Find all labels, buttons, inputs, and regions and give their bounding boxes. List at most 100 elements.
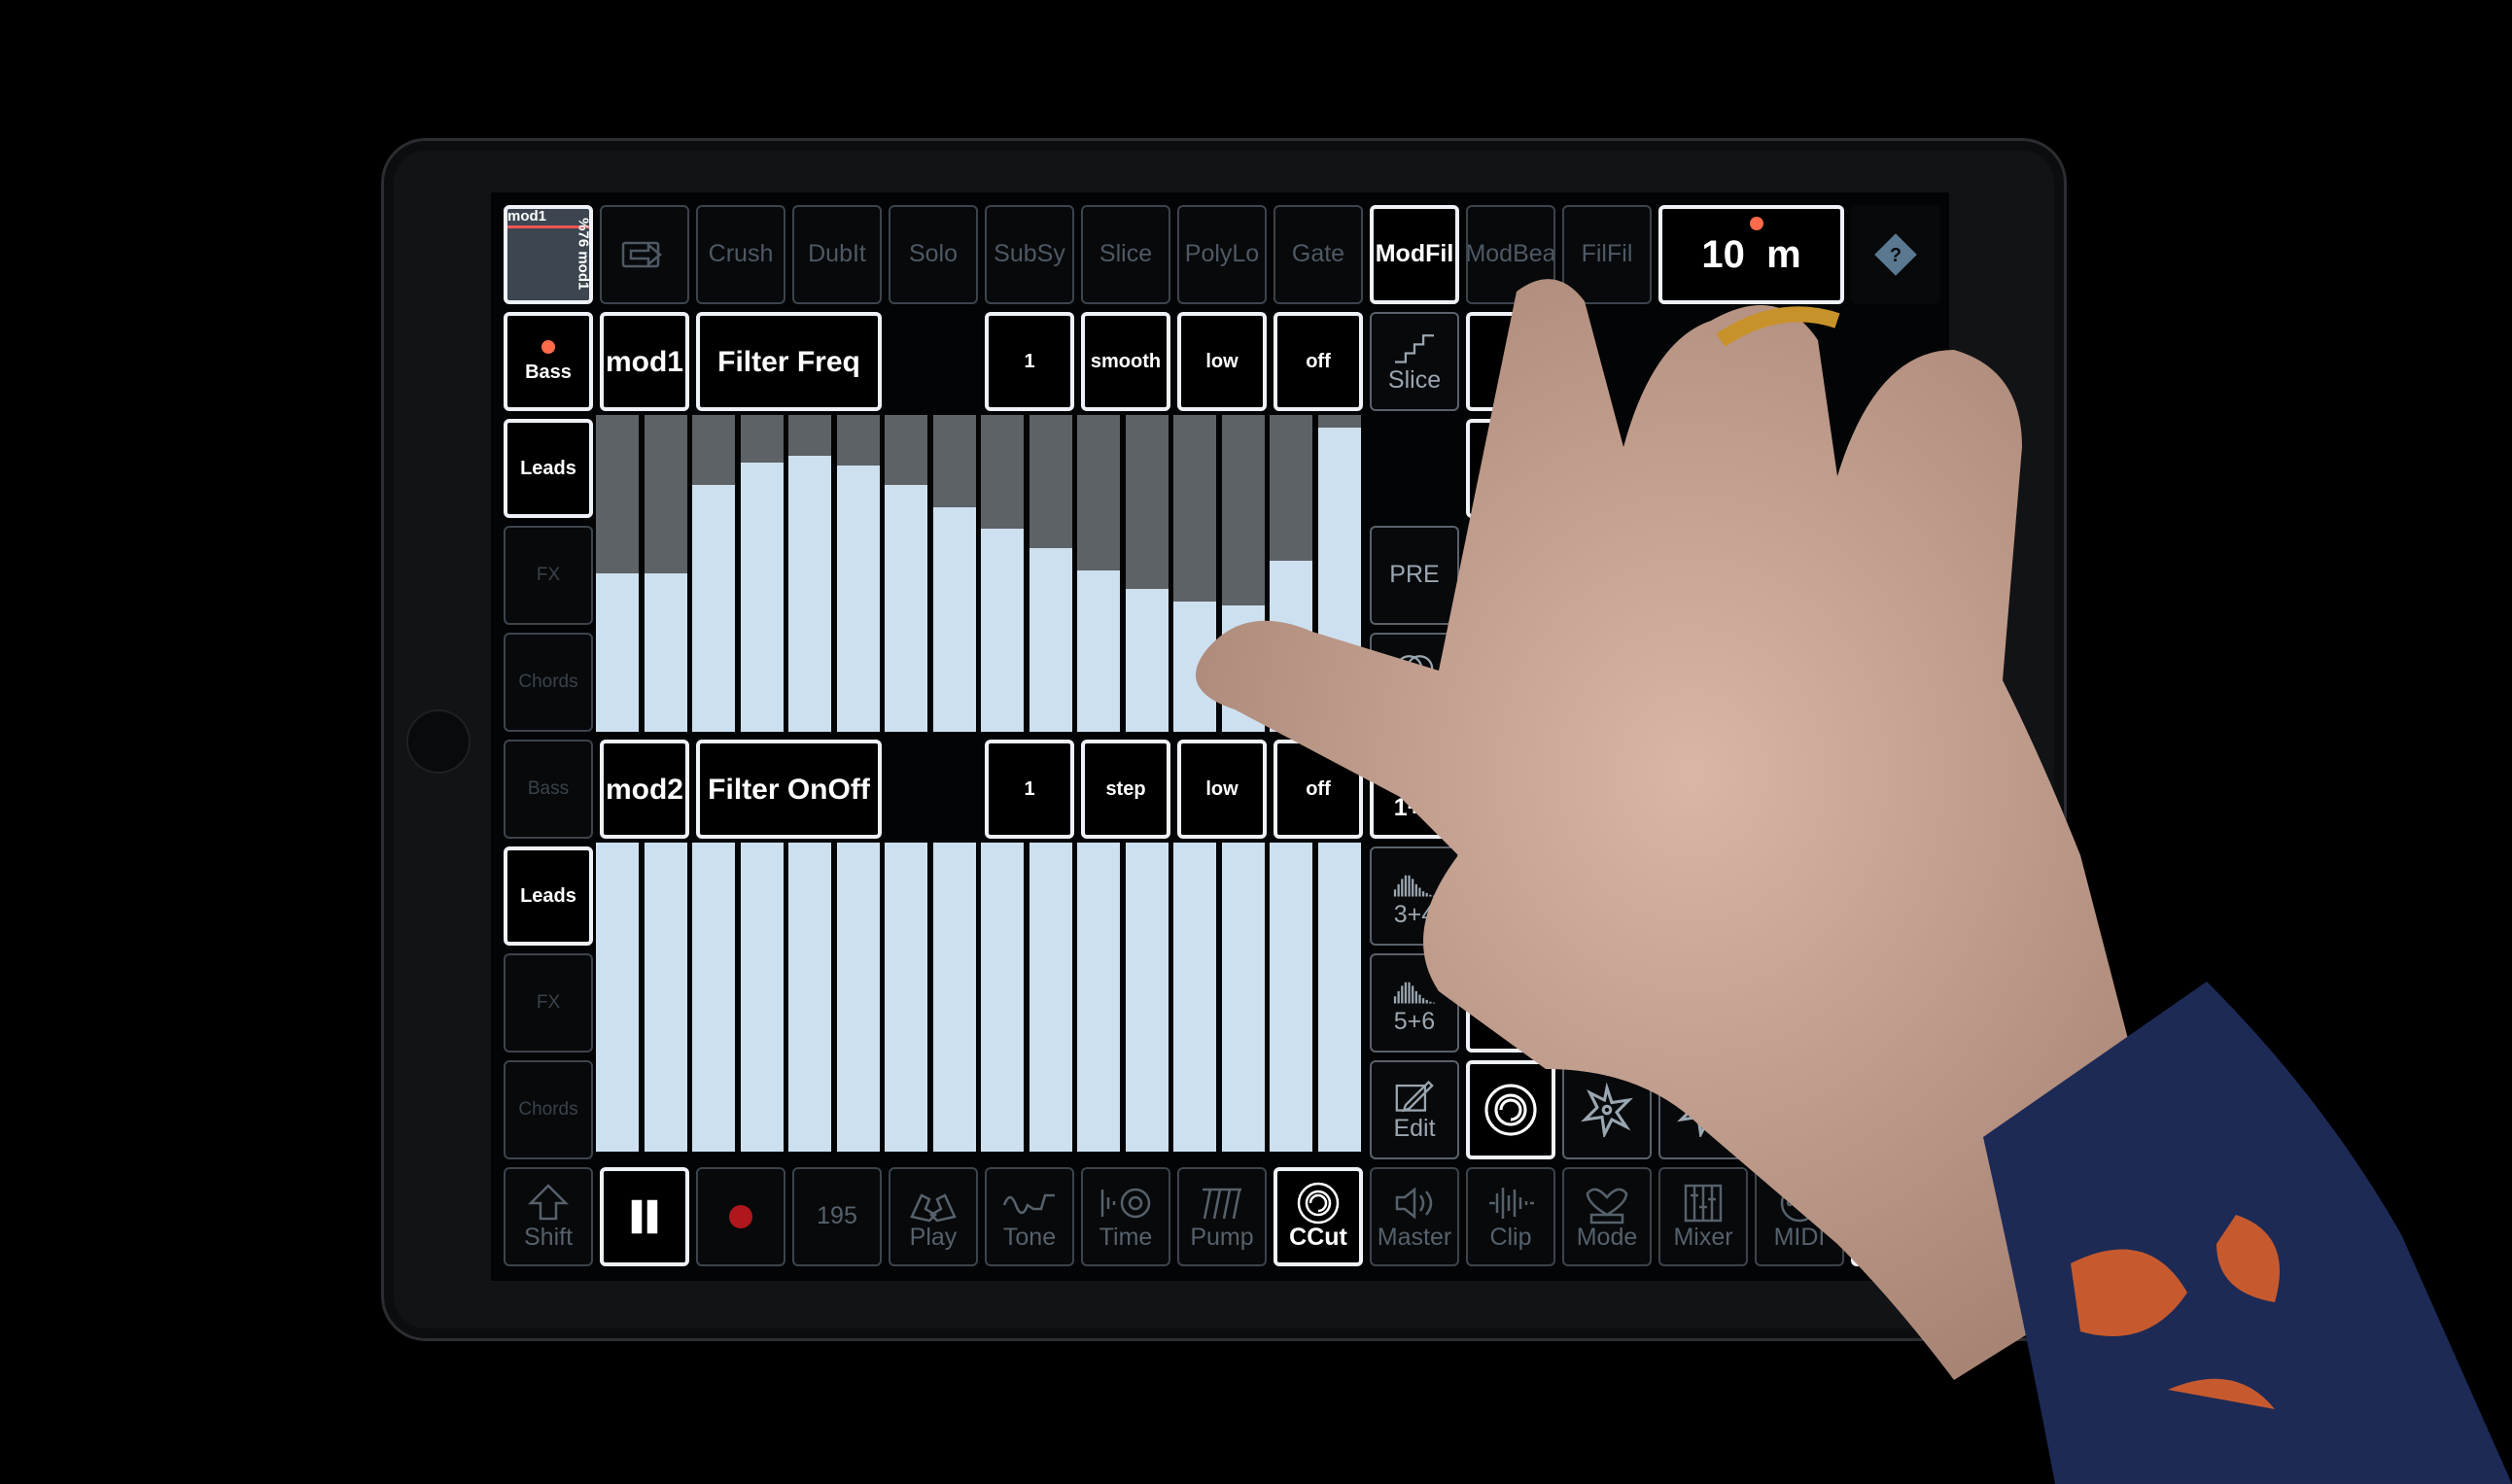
step-bar[interactable]: [885, 415, 927, 732]
pad-shuriken[interactable]: [1562, 1060, 1652, 1159]
preset-modfil[interactable]: ModFil: [1370, 205, 1459, 304]
step-bar[interactable]: [836, 415, 880, 732]
transport-mixer[interactable]: Mixer: [1658, 1167, 1748, 1266]
step-bar[interactable]: [740, 843, 784, 1152]
rate-button[interactable]: 1: [985, 312, 1074, 411]
sync-button[interactable]: off: [1273, 740, 1363, 839]
track-fx[interactable]: FX: [504, 953, 593, 1053]
pad-shuriken[interactable]: [1658, 1060, 1748, 1159]
step-bar[interactable]: [885, 843, 927, 1152]
step-bar[interactable]: [1125, 843, 1169, 1152]
transport-record[interactable]: [696, 1167, 785, 1266]
transport-play[interactable]: Play: [889, 1167, 978, 1266]
transport-pump[interactable]: Pump: [1177, 1167, 1267, 1266]
step-bar[interactable]: [1077, 415, 1120, 732]
step-bar[interactable]: [1125, 415, 1169, 732]
preset-crush[interactable]: Crush: [696, 205, 785, 304]
mod-source-button[interactable]: mod1: [600, 312, 689, 411]
preset-modbea[interactable]: ModBea: [1466, 205, 1555, 304]
pad-slider[interactable]: [1466, 312, 1555, 411]
transport-pause[interactable]: [600, 1167, 689, 1266]
next-preset-button[interactable]: [600, 205, 689, 304]
transport-midi[interactable]: MIDI: [1755, 1167, 1844, 1266]
mode-button[interactable]: smooth: [1081, 312, 1170, 411]
transport-time[interactable]: Time: [1081, 1167, 1170, 1266]
track-leads[interactable]: Leads: [504, 846, 593, 946]
step-bar[interactable]: [788, 415, 831, 732]
step-bar-fill: [692, 484, 735, 732]
preset-gate[interactable]: Gate: [1273, 205, 1363, 304]
step-bar[interactable]: [932, 415, 976, 732]
preset-filfil[interactable]: FilFil: [1562, 205, 1652, 304]
help-button[interactable]: ?: [1851, 205, 1940, 304]
step-bar[interactable]: [836, 843, 880, 1152]
step-bar[interactable]: [1221, 843, 1265, 1152]
step-bar[interactable]: [740, 415, 784, 732]
rate-button[interactable]: 1: [985, 740, 1074, 839]
transport-mode[interactable]: Mode: [1562, 1167, 1652, 1266]
mod-target-button[interactable]: Filter OnOff: [696, 740, 882, 839]
track-fx[interactable]: FX: [504, 526, 593, 625]
home-button[interactable]: [406, 709, 471, 774]
step-bar[interactable]: [596, 843, 639, 1152]
transport-shift[interactable]: Shift: [504, 1167, 593, 1266]
track-bass[interactable]: Bass: [504, 312, 593, 411]
side-12[interactable]: 1+2: [1370, 740, 1459, 839]
transport-ccut[interactable]: CCut: [1273, 1167, 1363, 1266]
mod-target-button[interactable]: Filter Freq: [696, 312, 882, 411]
pad-ring[interactable]: [1466, 1060, 1555, 1159]
track-chords[interactable]: Chords: [504, 633, 593, 732]
step-bar[interactable]: [1029, 415, 1072, 732]
step-bar[interactable]: [1317, 415, 1361, 732]
transport-master[interactable]: Master: [1370, 1167, 1459, 1266]
step-bar[interactable]: [1173, 415, 1216, 732]
transport-clip[interactable]: Clip: [1466, 1167, 1555, 1266]
preset-dubit[interactable]: DubIt: [792, 205, 882, 304]
step-bar[interactable]: [1270, 843, 1312, 1152]
range-button[interactable]: low: [1177, 740, 1267, 839]
transport-195[interactable]: 195: [792, 1167, 882, 1266]
step-bar[interactable]: [1317, 843, 1361, 1152]
step-bar[interactable]: [692, 415, 735, 732]
side-edit[interactable]: Edit: [1370, 1060, 1459, 1159]
pad-sawblade[interactable]: [1755, 1060, 1844, 1159]
sync-button[interactable]: off: [1273, 312, 1363, 411]
track-chords[interactable]: Chords: [504, 1060, 593, 1159]
step-bar[interactable]: [932, 843, 976, 1152]
side-pre[interactable]: PRE: [1370, 526, 1459, 625]
pad-ring[interactable]: [1466, 953, 1555, 1053]
preset-solo[interactable]: Solo: [889, 205, 978, 304]
mod-source-button[interactable]: mod2: [600, 740, 689, 839]
step-bar[interactable]: [1270, 415, 1312, 732]
side-56[interactable]: 5+6: [1370, 953, 1459, 1053]
modulator-thumbnail[interactable]: mod1 %76 mod1: [504, 205, 593, 304]
step-bar[interactable]: [1221, 415, 1265, 732]
step-bar[interactable]: [1173, 843, 1216, 1152]
transport-tone[interactable]: Tone: [985, 1167, 1074, 1266]
pad-slider[interactable]: [1466, 419, 1555, 518]
pad-ring[interactable]: [1466, 846, 1555, 946]
step-bar[interactable]: [1029, 843, 1072, 1152]
mode-button[interactable]: step: [1081, 740, 1170, 839]
tempo-display[interactable]: 10 m: [1658, 205, 1844, 304]
edit-icon: [1395, 1081, 1434, 1113]
preset-subsy[interactable]: SubSy: [985, 205, 1074, 304]
track-bass[interactable]: Bass: [504, 740, 593, 839]
range-button[interactable]: low: [1177, 312, 1267, 411]
preset-polylo[interactable]: PolyLo: [1177, 205, 1267, 304]
step-bar[interactable]: [788, 843, 831, 1152]
step-bar[interactable]: [644, 843, 687, 1152]
preset-slice[interactable]: Slice: [1081, 205, 1170, 304]
side-34[interactable]: 3+4: [1370, 846, 1459, 946]
transport-next[interactable]: >: [1851, 1167, 1940, 1266]
step-bar[interactable]: [692, 843, 735, 1152]
step-bar[interactable]: [596, 415, 639, 732]
track-leads[interactable]: Leads: [504, 419, 593, 518]
side-slice[interactable]: Slice: [1370, 312, 1459, 411]
step-bar[interactable]: [644, 415, 687, 732]
pad-shuriken[interactable]: [1562, 953, 1652, 1053]
side-cf[interactable]: C+F: [1370, 633, 1459, 732]
step-bar[interactable]: [1077, 843, 1120, 1152]
step-bar[interactable]: [981, 415, 1024, 732]
step-bar[interactable]: [981, 843, 1024, 1152]
